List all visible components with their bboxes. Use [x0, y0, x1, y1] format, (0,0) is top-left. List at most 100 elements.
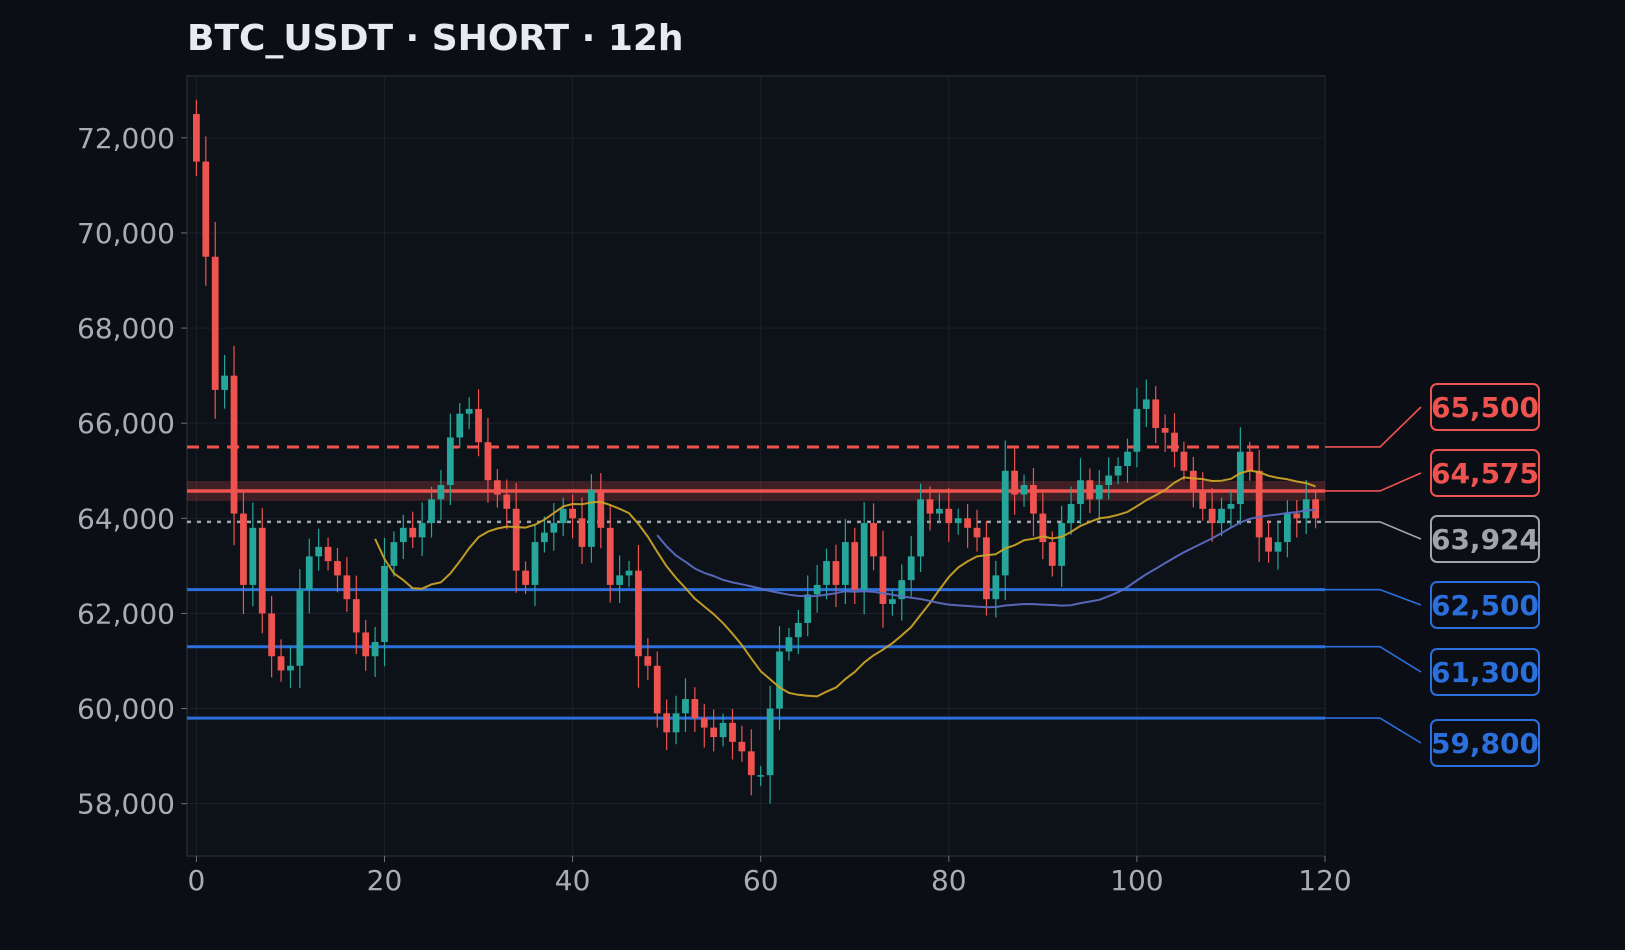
candle-up: [776, 651, 783, 709]
candle-down: [503, 494, 511, 509]
candle-up: [907, 556, 915, 581]
candle-up: [1302, 499, 1310, 519]
candle-up: [531, 542, 539, 585]
candle-down: [1208, 508, 1216, 524]
candle-down: [983, 537, 990, 600]
candle-up: [296, 589, 304, 666]
candle-up: [954, 518, 962, 524]
y-tick-label: 72,000: [77, 122, 175, 155]
candle-down: [832, 561, 840, 585]
candle-up: [1077, 480, 1084, 505]
candle-down: [738, 741, 746, 752]
y-tick-label: 64,000: [77, 502, 175, 535]
candle-up: [1124, 451, 1131, 466]
candle-down: [277, 656, 285, 671]
candle-down: [1199, 489, 1207, 509]
candle-up: [1114, 466, 1122, 476]
candle-down: [334, 561, 341, 576]
candle-up: [757, 775, 765, 777]
candle-up: [1020, 485, 1028, 495]
candle-up: [766, 708, 774, 776]
candle-down: [268, 613, 276, 657]
price-tag-label: 65,500: [1431, 391, 1539, 424]
candle-down: [1246, 451, 1254, 471]
candle-down: [475, 408, 482, 443]
candle-down: [1171, 432, 1178, 452]
candle-down: [747, 751, 755, 776]
candle-down: [1312, 499, 1319, 519]
candle-up: [428, 499, 435, 524]
candle-up: [249, 527, 257, 585]
candle-down: [240, 513, 247, 585]
candle-down: [1030, 485, 1037, 514]
candle-up: [315, 546, 323, 557]
candle-down: [1255, 470, 1263, 538]
candle-up: [287, 665, 294, 671]
candle-down: [343, 575, 351, 600]
candle-down: [700, 718, 708, 728]
candle-up: [559, 508, 567, 524]
candle-up: [465, 408, 473, 414]
candle-down: [522, 570, 529, 585]
chart-root: BTC_USDT · SHORT · 12h 58,000 60,000 62,00…: [0, 0, 1625, 950]
price-tag-label: 61,300: [1431, 656, 1539, 689]
candle-up: [1067, 504, 1075, 524]
candle-up: [1105, 475, 1113, 486]
candle-down: [1086, 480, 1094, 500]
candle-down: [230, 375, 238, 514]
candle-down: [409, 527, 417, 538]
y-tick-label: 60,000: [77, 693, 175, 726]
candle-down: [493, 480, 501, 495]
candle-up: [1236, 451, 1244, 505]
price-tag-connector: [1325, 717, 1422, 744]
candle-up: [785, 637, 793, 652]
y-tick-label: 66,000: [77, 407, 175, 440]
x-tick-label: 60: [743, 864, 779, 897]
price-tag-label: 59,800: [1431, 727, 1539, 760]
candle-down: [324, 546, 332, 562]
candle-up: [1283, 513, 1291, 543]
candle-down: [362, 632, 370, 657]
candle-down: [851, 542, 859, 590]
candle-up: [456, 413, 464, 438]
candle-up: [1133, 408, 1141, 452]
candle-down: [512, 508, 520, 571]
candle-up: [794, 622, 802, 638]
candle-down: [597, 489, 605, 528]
candle-down: [569, 508, 576, 519]
price-tag-connector: [1325, 588, 1422, 606]
candle-up: [813, 584, 821, 595]
plot-area: [186, 75, 1326, 857]
candle-down: [635, 570, 642, 657]
candle-up: [550, 523, 558, 533]
candle-down: [964, 518, 971, 528]
candle-down: [193, 114, 200, 162]
candle-down: [879, 556, 887, 604]
candle-down: [211, 256, 219, 390]
candle-up: [390, 542, 398, 566]
candle-up: [221, 375, 229, 390]
candle-down: [1011, 470, 1019, 495]
candle-up: [823, 561, 830, 585]
x-tick-label: 40: [555, 864, 591, 897]
candle-down: [606, 527, 614, 585]
price-tag-connector: [1325, 645, 1422, 673]
candle-down: [578, 518, 586, 547]
candle-up: [371, 641, 379, 657]
y-tick-label: 62,000: [77, 597, 175, 630]
candle-down: [644, 656, 652, 666]
x-tick-label: 20: [367, 864, 403, 897]
candle-up: [418, 523, 426, 538]
candle-up: [1095, 485, 1103, 500]
candle-down: [1180, 451, 1188, 471]
candle-down: [202, 161, 210, 257]
price-tag-label: 62,500: [1431, 589, 1539, 622]
candle-down: [258, 527, 266, 614]
price-tag-connector: [1325, 521, 1422, 540]
price-tag-connector: [1325, 406, 1422, 448]
y-tick-label: 58,000: [77, 788, 175, 821]
y-tick-label: 68,000: [77, 312, 175, 345]
candle-up: [672, 713, 680, 733]
candle-down: [729, 722, 736, 742]
candle-up: [860, 523, 868, 590]
